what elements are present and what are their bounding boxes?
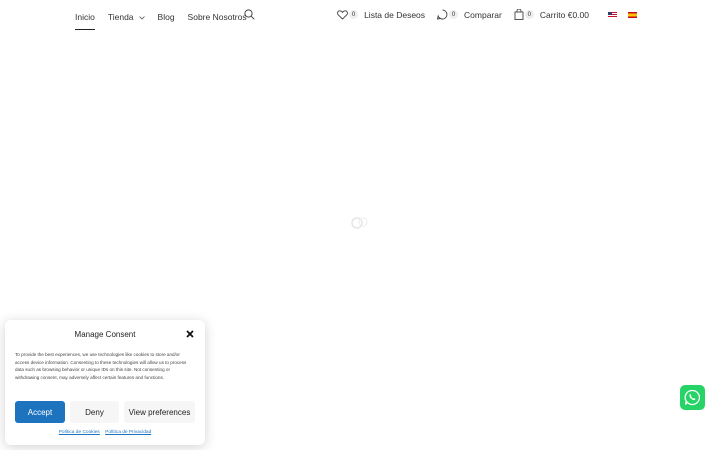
deny-button[interactable]: Deny [70, 401, 119, 423]
en-flag-icon[interactable] [608, 11, 617, 18]
site-header: Inicio Tienda Blog Sobre Nosotros 0 List… [0, 0, 720, 34]
chevron-down-icon [138, 15, 145, 20]
view-preferences-button[interactable]: View preferences [124, 401, 195, 423]
nav-item-inicio[interactable]: Inicio [75, 8, 95, 30]
compare-icon [437, 9, 448, 20]
compare-label: Comparar [464, 9, 502, 20]
main-nav: Inicio Tienda Blog Sobre Nosotros [75, 8, 260, 30]
consent-modal: Manage Consent To provide the best exper… [5, 320, 205, 445]
wishlist-count: 0 [349, 10, 359, 19]
cart-link[interactable]: 0 Carrito €0.00 [514, 9, 589, 20]
heart-icon [337, 9, 348, 20]
consent-policy-links: Política de Cookies Política de Privacid… [5, 430, 205, 435]
cookie-policy-link[interactable]: Política de Cookies [59, 430, 100, 435]
whatsapp-button[interactable] [680, 385, 705, 410]
language-switcher [603, 11, 643, 18]
consent-title: Manage Consent [74, 330, 136, 339]
consent-description: To provide the best experiences, we use … [15, 352, 187, 380]
nav-item-tienda-label: Tienda [107, 12, 134, 22]
es-flag-icon[interactable] [628, 11, 637, 18]
wishlist-label: Lista de Deseos [364, 9, 426, 20]
privacy-policy-link[interactable]: Política de Privacidad [105, 430, 151, 435]
whatsapp-icon [684, 389, 701, 406]
header-tools: 0 Lista de Deseos 0 Comparar 0 Carrito €… [325, 9, 643, 20]
nav-item-tienda[interactable]: Tienda [108, 8, 145, 26]
shopping-bag-icon [514, 9, 524, 20]
compare-link[interactable]: 0 Comparar [437, 9, 502, 20]
loading-spinner-icon [351, 217, 368, 229]
cart-total: €0.00 [567, 9, 589, 20]
nav-item-sobre-nosotros[interactable]: Sobre Nosotros [188, 8, 247, 26]
search-icon[interactable] [244, 9, 255, 20]
cart-label: Carrito [539, 9, 566, 20]
compare-count: 0 [449, 10, 459, 19]
close-icon[interactable] [186, 330, 194, 338]
accept-button[interactable]: Accept [15, 401, 65, 423]
wishlist-link[interactable]: 0 Lista de Deseos [337, 10, 425, 20]
nav-item-blog[interactable]: Blog [158, 8, 175, 26]
cart-count: 0 [524, 10, 534, 19]
